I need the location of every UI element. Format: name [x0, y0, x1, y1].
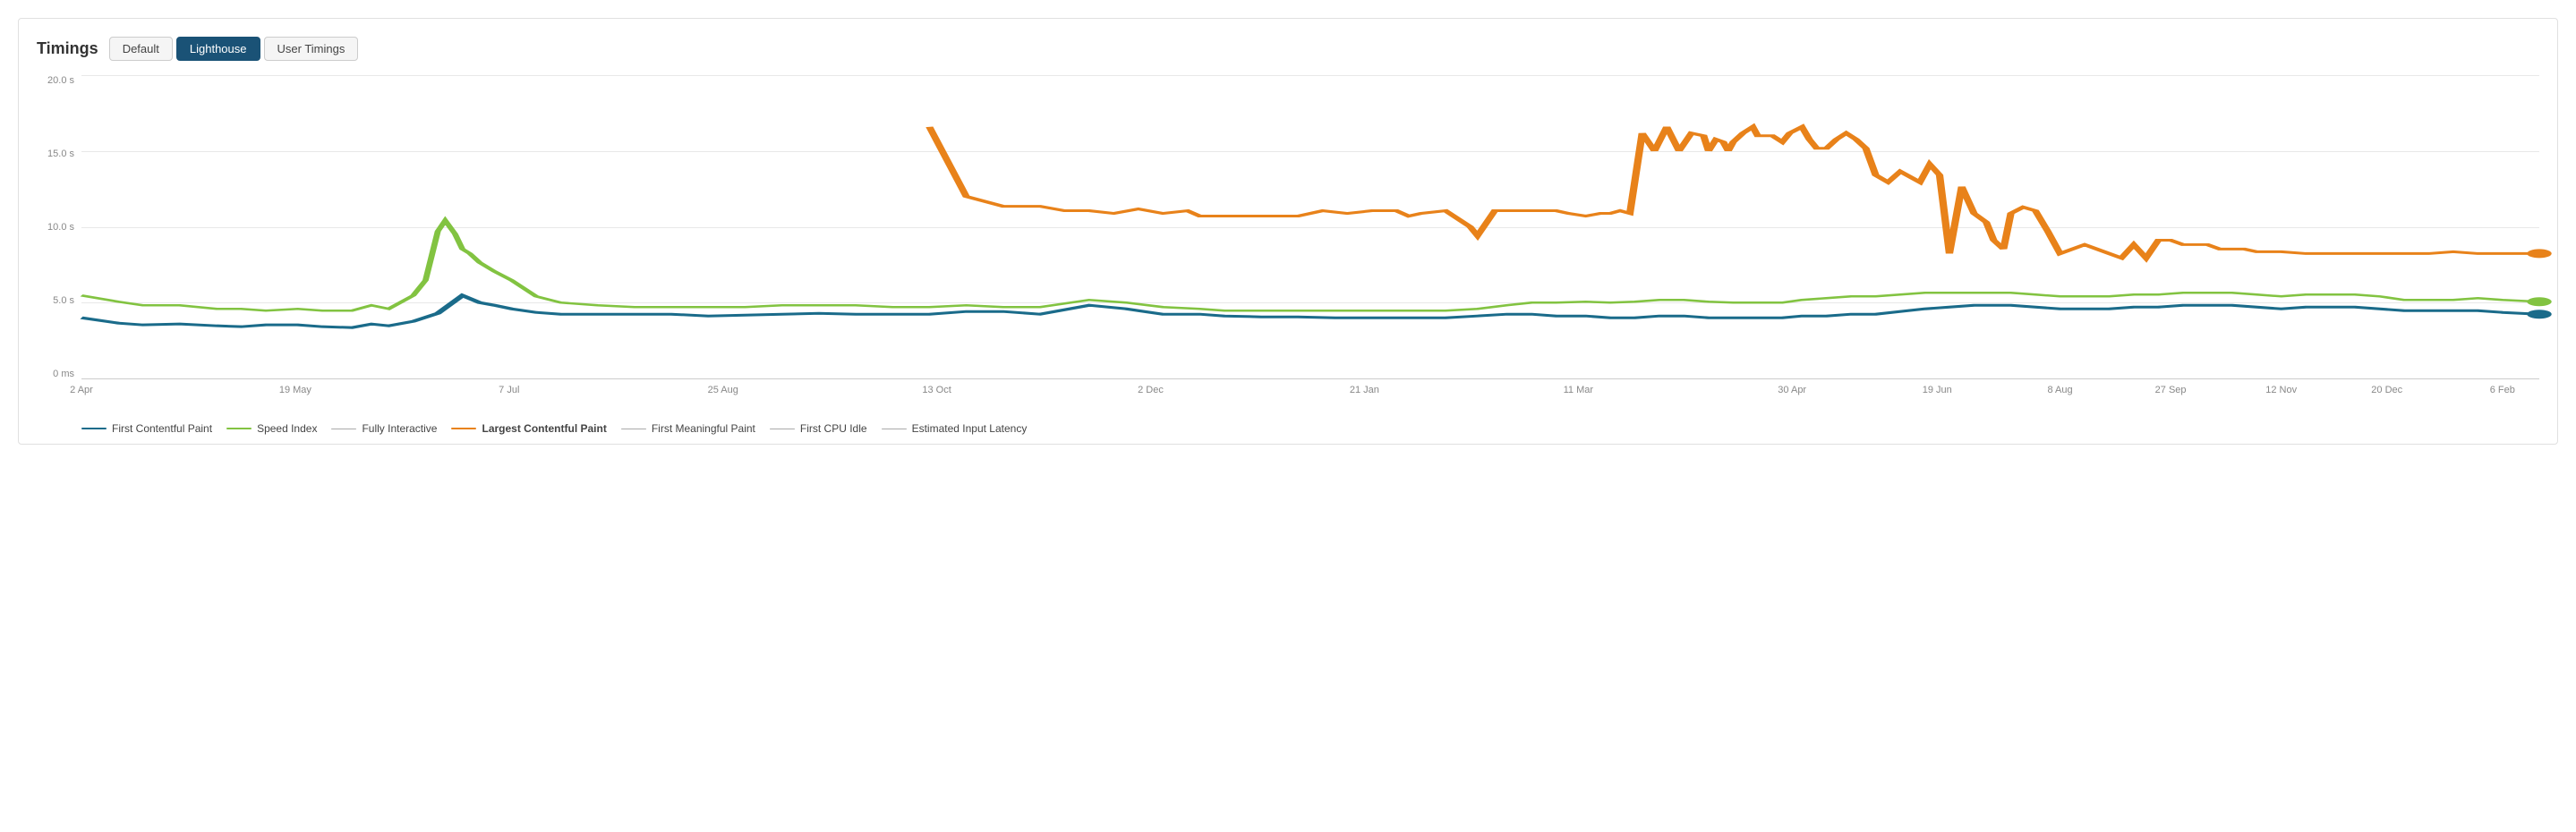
x-label-jan21: 21 Jan	[1350, 385, 1379, 395]
legend-fmp-label: First Meaningful Paint	[652, 422, 755, 435]
tab-default[interactable]: Default	[109, 37, 173, 61]
x-label-mar11: 11 Mar	[1564, 385, 1593, 395]
legend-si-label: Speed Index	[257, 422, 317, 435]
x-label-dec2: 2 Dec	[1138, 385, 1164, 395]
y-label-20: 20.0 s	[37, 75, 81, 86]
legend-fcp: First Contentful Paint	[81, 422, 212, 435]
speed-index-line	[81, 221, 2539, 311]
legend-lcp-line	[451, 428, 476, 429]
x-label-feb6: 6 Feb	[2490, 385, 2515, 395]
y-label-5: 5.0 s	[37, 295, 81, 306]
y-label-10: 10.0 s	[37, 222, 81, 233]
legend-lcp-label: Largest Contentful Paint	[482, 422, 606, 435]
legend-fcp-line	[81, 428, 107, 429]
tab-user-timings[interactable]: User Timings	[264, 37, 359, 61]
chart-title: Timings	[37, 39, 98, 58]
tab-lighthouse[interactable]: Lighthouse	[176, 37, 260, 61]
legend-eil-label: Estimated Input Latency	[912, 422, 1028, 435]
x-label-apr30: 30 Apr	[1778, 385, 1806, 395]
legend-si: Speed Index	[226, 422, 317, 435]
x-label-apr2: 2 Apr	[70, 385, 93, 395]
chart-inner	[81, 75, 2539, 379]
lcp-endpoint	[2527, 249, 2551, 258]
header-row: Timings Default Lighthouse User Timings	[37, 37, 2539, 61]
y-label-0: 0 ms	[37, 369, 81, 379]
legend: First Contentful Paint Speed Index Fully…	[37, 422, 2539, 435]
legend-si-line	[226, 428, 252, 429]
fcp-endpoint	[2527, 310, 2551, 318]
chart-container: Timings Default Lighthouse User Timings …	[18, 18, 2558, 445]
y-axis: 20.0 s 15.0 s 10.0 s 5.0 s 0 ms	[37, 75, 81, 379]
legend-fcp-label: First Contentful Paint	[112, 422, 212, 435]
x-label-jul7: 7 Jul	[499, 385, 519, 395]
x-label-sep27: 27 Sep	[2155, 385, 2187, 395]
x-axis: 2 Apr 19 May 7 Jul 25 Aug 13 Oct 2 Dec 2…	[81, 379, 2539, 415]
x-label-nov12: 12 Nov	[2265, 385, 2297, 395]
x-label-oct13: 13 Oct	[922, 385, 951, 395]
chart-area: 20.0 s 15.0 s 10.0 s 5.0 s 0 ms	[37, 75, 2539, 415]
x-label-may19: 19 May	[279, 385, 311, 395]
legend-eil: Estimated Input Latency	[882, 422, 1028, 435]
x-label-dec20: 20 Dec	[2371, 385, 2402, 395]
tab-group: Default Lighthouse User Timings	[109, 37, 359, 61]
legend-fi-label: Fully Interactive	[362, 422, 437, 435]
chart-svg	[81, 75, 2539, 378]
lcp-line	[929, 127, 2539, 259]
legend-fmp: First Meaningful Paint	[621, 422, 755, 435]
legend-fci-label: First CPU Idle	[800, 422, 867, 435]
x-label-aug25: 25 Aug	[708, 385, 738, 395]
y-label-15: 15.0 s	[37, 149, 81, 159]
x-label-jun19: 19 Jun	[1923, 385, 1952, 395]
legend-fci: First CPU Idle	[770, 422, 867, 435]
si-endpoint	[2527, 297, 2551, 306]
legend-fi: Fully Interactive	[331, 422, 437, 435]
legend-lcp: Largest Contentful Paint	[451, 422, 606, 435]
x-label-aug8: 8 Aug	[2047, 385, 2072, 395]
